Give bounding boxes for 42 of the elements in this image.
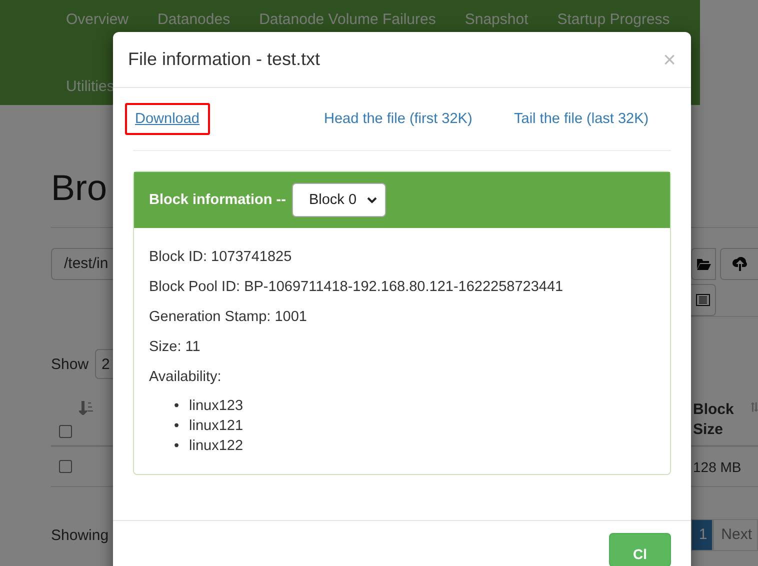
page-link[interactable]: Next <box>713 519 758 551</box>
close-button[interactable]: × <box>663 46 676 72</box>
close-dialog-button[interactable]: Cl <box>609 533 671 566</box>
nav-link[interactable]: Snapshot <box>464 8 528 32</box>
cloud-upload-icon <box>732 257 748 271</box>
show-label: Show <box>51 356 89 372</box>
chevron-icon <box>366 196 377 204</box>
row-checkbox[interactable] <box>59 460 72 473</box>
page-heading: Bro <box>51 167 108 209</box>
list-icon <box>696 294 710 306</box>
host-item: linux121 <box>189 417 244 436</box>
column-header[interactable]: Block Size <box>693 400 744 445</box>
block-detail: Availability: <box>149 368 222 387</box>
bullet: • <box>174 417 180 436</box>
block-detail: Block Pool ID: BP-1069711418-192.168.80.121-1622258723441 <box>149 278 564 297</box>
host-item: linux122 <box>189 437 244 456</box>
select-all-checkbox[interactable] <box>59 425 72 438</box>
block-select[interactable]: Block 0 <box>292 183 386 217</box>
sort-icon[interactable] <box>79 401 93 415</box>
block-detail: Block ID: 1073741825 <box>149 248 293 267</box>
bullet: • <box>174 437 180 456</box>
block-detail: Generation Stamp: 1001 <box>149 308 308 327</box>
sort-icon[interactable] <box>750 400 758 414</box>
file-link[interactable]: Head the file (first 32K) <box>314 103 482 135</box>
block-detail: Size: 11 <box>149 338 202 357</box>
nav-link[interactable]: Utilities <box>66 74 114 98</box>
upload-button[interactable] <box>720 248 758 280</box>
nav-link[interactable]: Overview <box>66 8 129 32</box>
folder-button[interactable] <box>691 248 716 280</box>
file-link[interactable]: Tail the file (last 32K) <box>504 103 659 135</box>
nav-link[interactable]: Datanodes <box>158 8 230 32</box>
showing-text: Showing <box>51 526 109 544</box>
table-cell-text: 128 MB <box>693 458 742 474</box>
bullet: • <box>174 397 180 416</box>
nav-link[interactable]: Startup Progress <box>557 8 670 32</box>
host-item: linux123 <box>189 397 244 416</box>
page-link[interactable]: 1 <box>690 519 714 551</box>
folder-icon <box>696 258 710 270</box>
file-link[interactable]: Download <box>125 103 210 135</box>
nav-link[interactable]: Datanode Volume Failures <box>259 8 436 32</box>
panel-title: Block information -- <box>149 192 286 208</box>
dialog-title: File information - test.txt <box>128 49 320 70</box>
